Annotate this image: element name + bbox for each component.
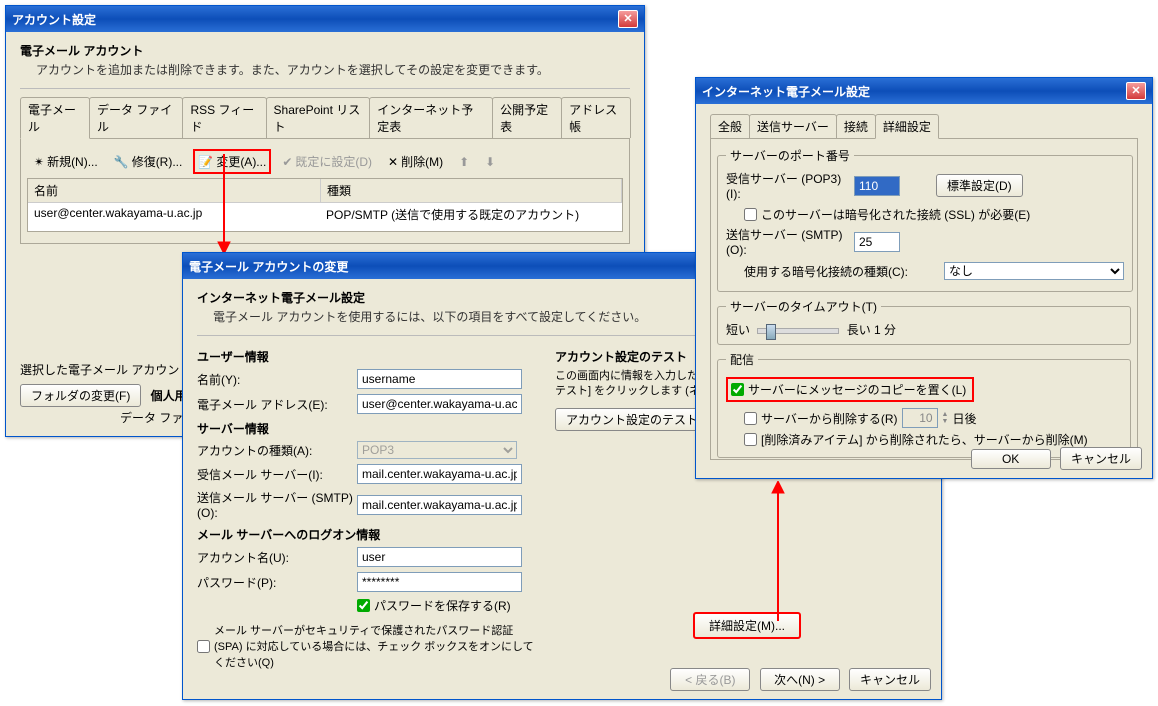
timeout-slider[interactable] — [757, 328, 839, 334]
tab-email[interactable]: 電子メール — [20, 97, 90, 139]
spa-checkbox[interactable] — [197, 640, 210, 653]
pw-label: パスワード(P): — [197, 574, 357, 591]
cancel-button[interactable]: キャンセル — [849, 668, 931, 691]
tab-datafile[interactable]: データ ファイル — [89, 97, 184, 138]
name-input[interactable] — [357, 369, 522, 389]
check-icon: ✔ — [282, 155, 292, 169]
edit-icon: 📝 — [198, 155, 213, 169]
table-row[interactable]: user@center.wakayama-u.ac.jp POP/SMTP (送… — [28, 203, 622, 226]
up-icon[interactable]: ⬆ — [454, 152, 474, 172]
sec-server: サーバー情報 — [197, 420, 537, 437]
outgoing-server-input[interactable] — [357, 495, 522, 515]
encryption-select[interactable]: なし — [944, 262, 1124, 280]
down-icon[interactable]: ⬇ — [480, 152, 500, 172]
spinner-icon: ▲▼ — [942, 411, 949, 425]
title-1: アカウント設定 — [12, 11, 96, 28]
folder-change-button[interactable]: フォルダの変更(F) — [20, 384, 141, 407]
incoming-server-input[interactable] — [357, 464, 522, 484]
days-label: 日後 — [952, 410, 976, 427]
tab-connection[interactable]: 接続 — [836, 114, 876, 138]
cell-type: POP/SMTP (送信で使用する既定のアカウント) — [320, 203, 622, 226]
remove-button[interactable]: ✕削除(M) — [383, 150, 448, 173]
ssl-checkbox[interactable] — [744, 208, 757, 221]
repair-button[interactable]: 🔧修復(R)... — [109, 150, 188, 173]
leave-copy-label: サーバーにメッセージのコピーを置く(L) — [748, 381, 966, 398]
sec-user: ユーザー情報 — [197, 348, 537, 365]
short-label: 短い — [726, 323, 750, 337]
account-type-select: POP3 — [357, 441, 517, 459]
delivery-legend: 配信 — [726, 351, 758, 368]
tab-sharepoint[interactable]: SharePoint リスト — [266, 97, 371, 138]
user-label: アカウント名(U): — [197, 549, 357, 566]
standard-button[interactable]: 標準設定(D) — [936, 174, 1023, 197]
x-icon: ✕ — [388, 155, 398, 169]
col-type[interactable]: 種類 — [321, 179, 622, 202]
save-pw-label: パスワードを保存する(R) — [374, 597, 511, 614]
titlebar-1: アカウント設定 ✕ — [6, 6, 644, 32]
sparkle-icon: ✴ — [34, 155, 44, 169]
tab-netcal[interactable]: インターネット予定表 — [369, 97, 493, 138]
col-name[interactable]: 名前 — [28, 179, 321, 202]
email-label: 電子メール アドレス(E): — [197, 396, 357, 413]
arrow-icon-2 — [768, 481, 788, 621]
username-input[interactable] — [357, 547, 522, 567]
insrv-label: 受信メール サーバー(I): — [197, 466, 357, 483]
titlebar-3: インターネット電子メール設定 ✕ — [696, 78, 1152, 104]
name-label: 名前(Y): — [197, 371, 357, 388]
pop3-port-input[interactable] — [854, 176, 900, 196]
tab-address[interactable]: アドレス帳 — [561, 97, 631, 138]
acct-type-label: アカウントの種類(A): — [197, 442, 357, 459]
remove-after-checkbox[interactable] — [744, 412, 757, 425]
tab-advanced[interactable]: 詳細設定 — [875, 114, 939, 139]
new-button[interactable]: ✴新規(N)... — [29, 150, 103, 173]
default-button[interactable]: ✔既定に設定(D) — [277, 150, 377, 173]
ok-button[interactable]: OK — [971, 449, 1051, 469]
next-button[interactable]: 次へ(N) > — [760, 668, 840, 691]
days-input — [902, 408, 938, 428]
pop3-label: 受信サーバー (POP3)(I): — [726, 170, 854, 201]
back-button: < 戻る(B) — [670, 668, 750, 691]
ssl-label: このサーバーは暗号化された接続 (SSL) が必要(E) — [761, 206, 1030, 223]
remove-after-label: サーバーから削除する(R) — [761, 410, 898, 427]
arrow-icon-1 — [214, 154, 234, 256]
header-1: 電子メール アカウント — [20, 42, 630, 59]
tab-pubcal[interactable]: 公開予定表 — [492, 97, 562, 138]
email-input[interactable] — [357, 394, 522, 414]
password-input[interactable] — [357, 572, 522, 592]
internet-email-settings-window: インターネット電子メール設定 ✕ 全般 送信サーバー 接続 詳細設定 サーバーの… — [695, 77, 1153, 479]
leave-copy-checkbox[interactable] — [731, 383, 744, 396]
sec-logon: メール サーバーへのログオン情報 — [197, 526, 537, 543]
long-label: 長い 1 分 — [847, 323, 896, 337]
sub-1: アカウントを追加または削除できます。また、アカウントを選択してその設定を変更でき… — [36, 61, 630, 78]
tab-general[interactable]: 全般 — [710, 114, 750, 138]
enc-label: 使用する暗号化接続の種類(C): — [744, 263, 944, 280]
smtp-port-input[interactable] — [854, 232, 900, 252]
outsrv-label: 送信メール サーバー (SMTP)(O): — [197, 489, 357, 520]
tab-outgoing[interactable]: 送信サーバー — [749, 114, 837, 138]
tab-rss[interactable]: RSS フィード — [182, 97, 266, 138]
port-legend: サーバーのポート番号 — [726, 147, 854, 164]
cancel-button-3[interactable]: キャンセル — [1060, 447, 1142, 470]
cell-name: user@center.wakayama-u.ac.jp — [28, 203, 320, 226]
close-icon[interactable]: ✕ — [618, 10, 638, 28]
wrench-icon: 🔧 — [114, 155, 129, 169]
title-2: 電子メール アカウントの変更 — [189, 258, 348, 275]
smtp-label: 送信サーバー (SMTP)(O): — [726, 226, 854, 257]
save-pw-checkbox[interactable] — [357, 599, 370, 612]
title-3: インターネット電子メール設定 — [702, 83, 870, 100]
close-icon[interactable]: ✕ — [1126, 82, 1146, 100]
timeout-legend: サーバーのタイムアウト(T) — [726, 298, 881, 315]
